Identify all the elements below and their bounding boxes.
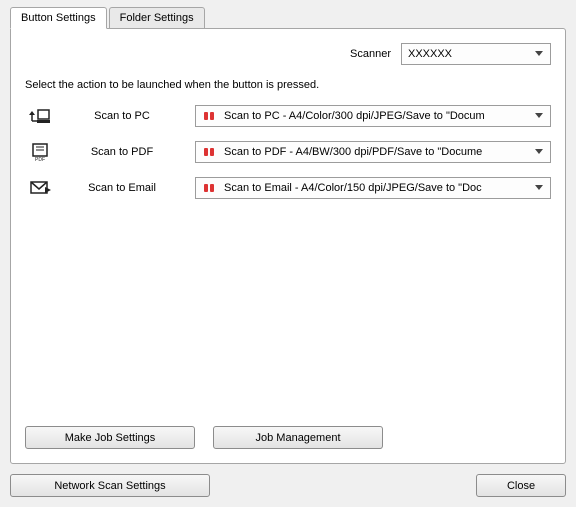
scan-row-email: Scan to Email Scan to Email - A4/Color/1…	[25, 177, 551, 199]
scan-row-label: Scan to Email	[55, 182, 195, 194]
scan-to-email-icon	[25, 179, 55, 197]
button-label: Network Scan Settings	[54, 480, 165, 492]
make-job-settings-button[interactable]: Make Job Settings	[25, 426, 195, 449]
chevron-down-icon	[532, 185, 546, 191]
svg-text:PDF: PDF	[35, 157, 45, 161]
chevron-down-icon	[532, 51, 546, 57]
description-text: Select the action to be launched when th…	[25, 79, 551, 91]
scan-to-pc-icon	[25, 107, 55, 125]
tab-label: Button Settings	[21, 12, 96, 24]
job-management-button[interactable]: Job Management	[213, 426, 383, 449]
scanner-label: Scanner	[350, 48, 391, 60]
chevron-down-icon	[532, 113, 546, 119]
network-scan-settings-button[interactable]: Network Scan Settings	[10, 474, 210, 497]
settings-panel: Scanner XXXXXX Select the action to be l…	[10, 28, 566, 464]
scanner-select[interactable]: XXXXXX	[401, 43, 551, 65]
job-settings-icon	[202, 109, 218, 123]
button-label: Close	[507, 480, 535, 492]
scan-to-pc-select[interactable]: Scan to PC - A4/Color/300 dpi/JPEG/Save …	[195, 105, 551, 127]
scan-to-pdf-select[interactable]: Scan to PDF - A4/BW/300 dpi/PDF/Save to …	[195, 141, 551, 163]
job-settings-icon	[202, 145, 218, 159]
job-settings-icon	[202, 181, 218, 195]
scan-to-email-value: Scan to Email - A4/Color/150 dpi/JPEG/Sa…	[224, 182, 532, 194]
tab-bar: Button Settings Folder Settings	[10, 6, 566, 28]
tab-button-settings[interactable]: Button Settings	[10, 7, 107, 29]
chevron-down-icon	[532, 149, 546, 155]
tab-folder-settings[interactable]: Folder Settings	[109, 7, 205, 29]
button-label: Make Job Settings	[65, 432, 156, 444]
tab-label: Folder Settings	[120, 12, 194, 24]
scan-row-label: Scan to PDF	[55, 146, 195, 158]
scanner-value: XXXXXX	[408, 48, 532, 60]
scan-row-pc: Scan to PC Scan to PC - A4/Color/300 dpi…	[25, 105, 551, 127]
close-button[interactable]: Close	[476, 474, 566, 497]
scan-to-pdf-icon: PDF	[25, 143, 55, 161]
scan-to-email-select[interactable]: Scan to Email - A4/Color/150 dpi/JPEG/Sa…	[195, 177, 551, 199]
scan-row-label: Scan to PC	[55, 110, 195, 122]
scan-to-pc-value: Scan to PC - A4/Color/300 dpi/JPEG/Save …	[224, 110, 532, 122]
button-label: Job Management	[256, 432, 341, 444]
scan-to-pdf-value: Scan to PDF - A4/BW/300 dpi/PDF/Save to …	[224, 146, 532, 158]
scan-row-pdf: PDF Scan to PDF Scan to PDF - A4/BW/300 …	[25, 141, 551, 163]
